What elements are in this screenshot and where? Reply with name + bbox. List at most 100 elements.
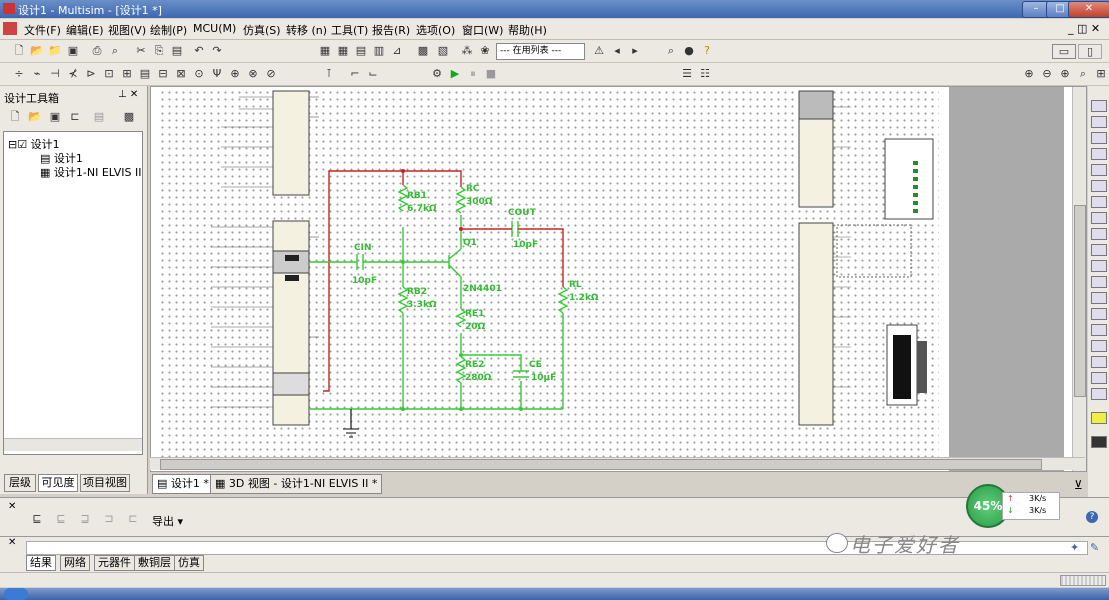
new-design-icon[interactable]: 🗋 xyxy=(8,110,22,123)
spreadsheet-icon[interactable]: ▤ xyxy=(354,44,368,57)
close-sheet-icon[interactable]: ▤ xyxy=(92,110,106,123)
close-button[interactable]: ✕ xyxy=(1068,1,1109,18)
place-wire-icon[interactable]: ⌙ xyxy=(366,67,380,80)
rf-icon[interactable]: Ψ xyxy=(210,67,224,80)
select-all-icon[interactable]: ⊐ xyxy=(102,512,116,525)
agilent-multimeter-icon[interactable] xyxy=(1091,340,1107,352)
word-generator-icon[interactable] xyxy=(1091,212,1107,224)
oscilloscope-icon[interactable] xyxy=(1091,148,1107,160)
place-hb-icon[interactable]: ⊗ xyxy=(246,67,260,80)
menu-reports[interactable]: 报告(R) xyxy=(372,22,410,38)
zoom-fit-icon[interactable]: ⌕ xyxy=(1076,67,1090,80)
frequency-counter-icon[interactable] xyxy=(1091,196,1107,208)
logic-analyzer-icon[interactable] xyxy=(1091,244,1107,256)
source-icon[interactable]: ÷ xyxy=(12,67,26,80)
spectrum-analyzer-icon[interactable] xyxy=(1091,292,1107,304)
cmos-icon[interactable]: ⊞ xyxy=(120,67,134,80)
wattmeter-icon[interactable] xyxy=(1091,132,1107,144)
tree-hscroll[interactable] xyxy=(4,438,142,451)
ttl-icon[interactable]: ⊡ xyxy=(102,67,116,80)
stop-icon[interactable]: ■ xyxy=(484,67,498,80)
analog-icon[interactable]: ⊳ xyxy=(84,67,98,80)
fullscreen-icon[interactable]: ▦ xyxy=(318,44,332,57)
bode-plotter-icon[interactable] xyxy=(1091,180,1107,192)
tab-simulation[interactable]: 仿真 xyxy=(174,555,204,571)
find-icon[interactable]: ⌕ xyxy=(664,44,678,57)
open-icon[interactable]: 📂 xyxy=(30,44,44,57)
menu-options[interactable]: 选项(O) xyxy=(416,22,455,38)
open-sample-icon[interactable]: 📁 xyxy=(48,44,62,57)
electromech-icon[interactable]: ⊕ xyxy=(228,67,242,80)
run-icon[interactable]: ▶ xyxy=(448,67,462,80)
table-view-icon[interactable]: ☷ xyxy=(698,67,712,80)
print-icon[interactable]: ⎙ xyxy=(90,44,104,57)
postprocessor-icon[interactable]: ⁂ xyxy=(460,44,474,57)
indicator-icon[interactable]: ⊙ xyxy=(192,67,206,80)
transistor-icon[interactable]: ⊀ xyxy=(66,67,80,80)
function-generator-icon[interactable] xyxy=(1091,116,1107,128)
pin-icon[interactable]: ✦ xyxy=(1070,541,1079,554)
new-sheet-icon[interactable]: ⊏ xyxy=(68,110,82,123)
schematic-canvas[interactable]: RB1 6.7kΩ RC 300Ω COUT 10pF CIN 10pF Q1 … xyxy=(150,86,1087,472)
tab-project-view[interactable]: 项目视图 xyxy=(80,474,130,492)
four-channel-scope-icon[interactable] xyxy=(1091,164,1107,176)
redo-icon[interactable]: ↷ xyxy=(210,44,224,57)
start-orb[interactable] xyxy=(4,588,28,600)
menu-window[interactable]: 窗口(W) xyxy=(462,22,503,38)
menu-help[interactable]: 帮助(H) xyxy=(508,22,547,38)
tree-item-elvis[interactable]: ▦ 设计1-NI ELVIS II xyxy=(40,164,141,180)
list-view-icon[interactable]: ☰ xyxy=(680,67,694,80)
multimeter-icon[interactable] xyxy=(1091,100,1107,112)
layout-toggle2-icon[interactable]: ▯ xyxy=(1078,44,1102,59)
erc-icon[interactable]: ⚠ xyxy=(592,44,606,57)
diode-icon[interactable]: ⊣ xyxy=(48,67,62,80)
zoom-in-icon[interactable]: ⊕ xyxy=(1022,67,1036,80)
mixed-icon[interactable]: ⊠ xyxy=(174,67,188,80)
grapher-icon[interactable]: ⊿ xyxy=(390,44,404,57)
tab-hierarchy[interactable]: 层级 xyxy=(4,474,36,492)
undo-icon[interactable]: ↶ xyxy=(192,44,206,57)
goto-icon[interactable]: ⊑ xyxy=(30,512,44,525)
zoom-area-icon[interactable]: ⊕ xyxy=(1058,67,1072,80)
save-design-icon[interactable]: ▣ xyxy=(48,110,62,123)
mdi-controls[interactable]: _ ◫ ✕ xyxy=(1068,22,1100,35)
logic-converter-icon[interactable] xyxy=(1091,228,1107,240)
iv-analyzer-icon[interactable] xyxy=(1091,260,1107,272)
menu-edit[interactable]: 编辑(E) xyxy=(66,22,104,38)
copy-var-icon[interactable]: ⊑ xyxy=(54,512,68,525)
distortion-analyzer-icon[interactable] xyxy=(1091,276,1107,288)
paste-icon[interactable]: ▤ xyxy=(170,44,184,57)
load-icon[interactable]: ▩ xyxy=(122,110,136,123)
tab-design1[interactable]: ▤ 设计1 * xyxy=(152,474,214,494)
tab-3d-view[interactable]: ▦ 3D 视图 - 设计1-NI ELVIS II * xyxy=(210,474,383,494)
horizontal-scrollbar[interactable] xyxy=(150,457,1085,470)
misc-digital-icon[interactable]: ⊟ xyxy=(156,67,170,80)
basic-icon[interactable]: ⌁ xyxy=(30,67,44,80)
tab-results[interactable]: 结果 xyxy=(26,555,56,571)
ni-elvismx-icon[interactable] xyxy=(1091,412,1107,424)
layout-toggle-icon[interactable]: ▭ xyxy=(1052,44,1076,59)
current-probe-icon[interactable] xyxy=(1091,436,1107,448)
tab-visibility[interactable]: 可见度 xyxy=(38,474,78,492)
print-preview-icon[interactable]: ⌕ xyxy=(108,44,122,57)
settings-wrench-icon[interactable]: ✎ xyxy=(1090,541,1099,554)
vertical-scrollbar[interactable] xyxy=(1072,87,1086,471)
place-bus-icon[interactable]: ⊘ xyxy=(264,67,278,80)
education-icon[interactable]: ● xyxy=(682,44,696,57)
tab-nets[interactable]: 网络 xyxy=(60,555,90,571)
mcu-icon[interactable]: ▤ xyxy=(138,67,152,80)
probe-icon[interactable]: ⊺ xyxy=(322,67,336,80)
export-menu[interactable]: 导出 ▾ xyxy=(152,513,183,529)
hscroll-thumb[interactable] xyxy=(160,459,1042,470)
help-circle-icon[interactable]: ? xyxy=(1086,511,1098,523)
grid-icon[interactable]: ▦ xyxy=(336,44,350,57)
zoom-full-icon[interactable]: ⊞ xyxy=(1094,67,1108,80)
cut-icon[interactable]: ✂ xyxy=(134,44,148,57)
filter-icon[interactable]: ⊏ xyxy=(126,512,140,525)
forward-annotate-icon[interactable]: ▸ xyxy=(628,44,642,57)
network-analyzer-icon[interactable] xyxy=(1091,308,1107,320)
database-icon[interactable]: ▥ xyxy=(372,44,386,57)
save-icon[interactable]: ▣ xyxy=(66,44,80,57)
menu-mcu[interactable]: MCU(M) xyxy=(193,22,236,35)
labview-instrument-icon[interactable] xyxy=(1091,388,1107,400)
